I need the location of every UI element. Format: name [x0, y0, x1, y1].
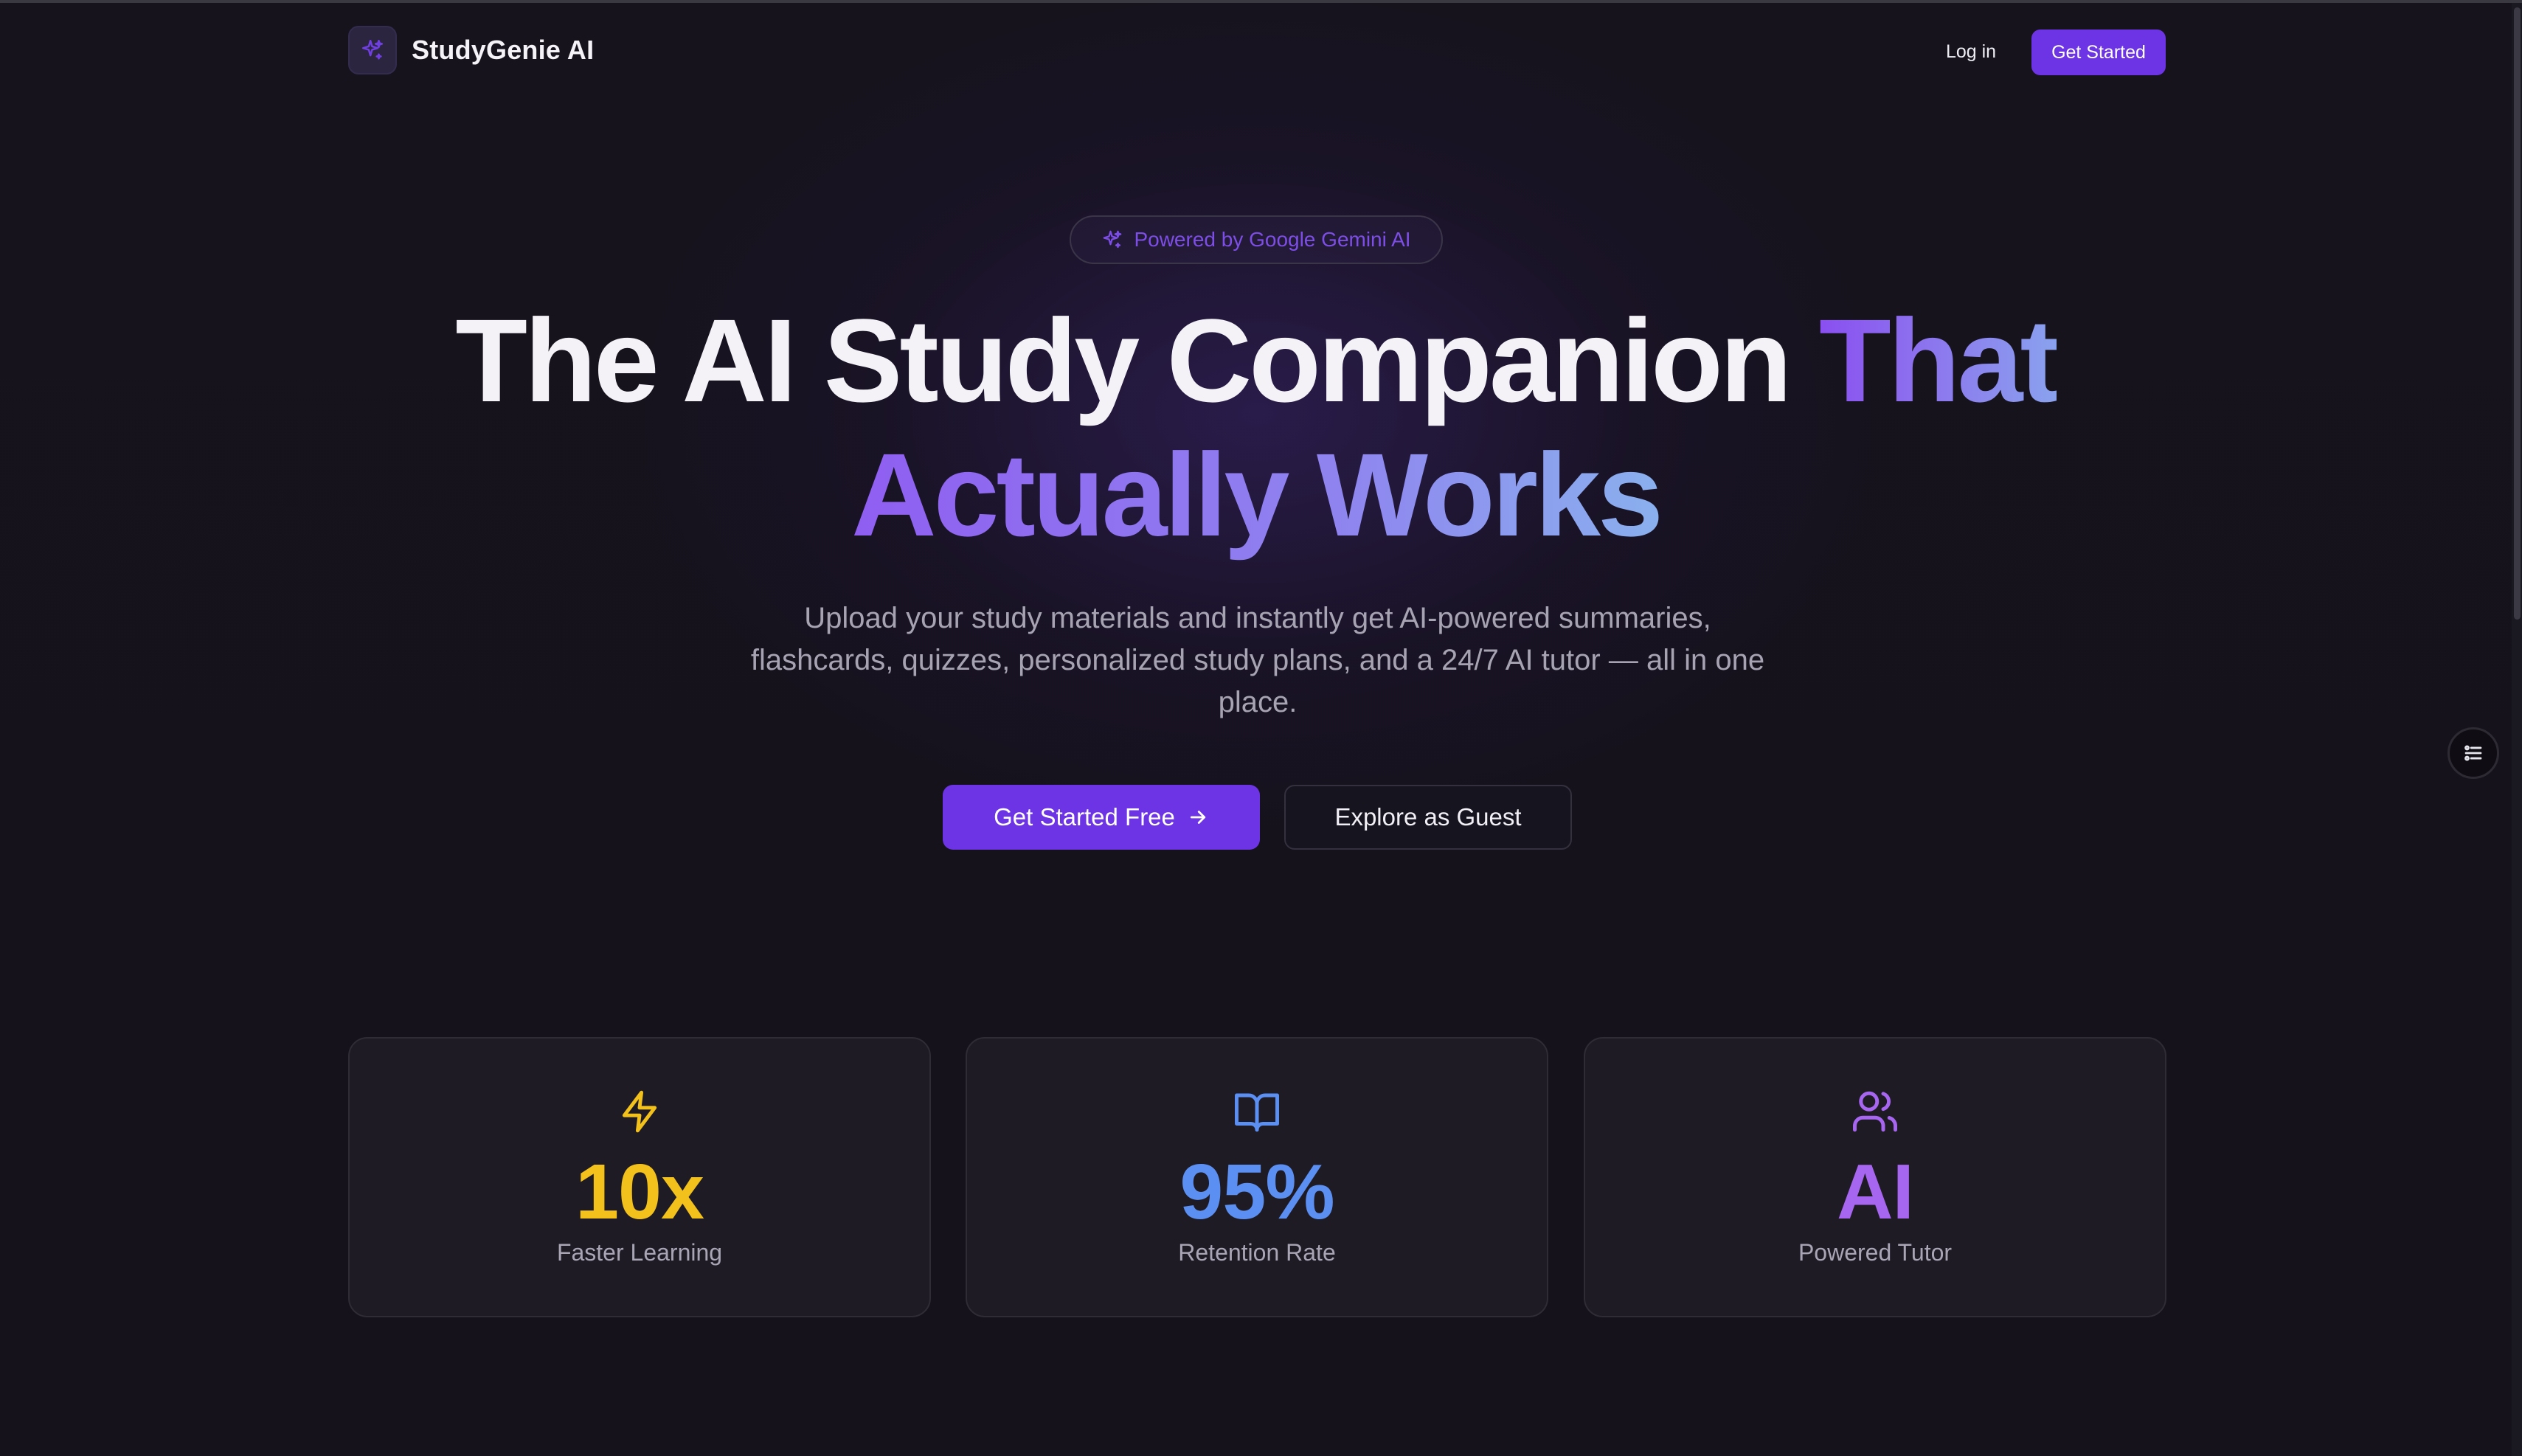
stat-value: 95%	[1179, 1148, 1334, 1235]
stat-value: 10x	[575, 1148, 704, 1235]
badge-text: Powered by Google Gemini AI	[1134, 228, 1411, 251]
brand-name: StudyGenie AI	[412, 35, 595, 65]
page-scrollbar[interactable]	[2512, 3, 2522, 1456]
hero-headline: The AI Study Companion That Actually Wor…	[0, 294, 2512, 562]
sparkles-icon	[348, 26, 397, 74]
powered-by-badge: Powered by Google Gemini AI	[1070, 215, 1443, 264]
brand-logo[interactable]: StudyGenie AI	[348, 26, 595, 74]
list-menu-icon	[2461, 741, 2486, 766]
stat-label: Powered Tutor	[1798, 1239, 1953, 1266]
sparkles-icon	[1101, 229, 1123, 251]
hero-subtitle: Upload your study materials and instantl…	[750, 602, 1765, 718]
get-started-free-button[interactable]: Get Started Free	[943, 785, 1260, 850]
stat-value: AI	[1837, 1148, 1914, 1235]
users-icon	[1585, 1087, 2165, 1136]
stat-label: Faster Learning	[556, 1239, 723, 1266]
scrollbar-thumb[interactable]	[2514, 7, 2521, 620]
headline-part-1: The AI Study Companion	[455, 294, 1819, 426]
navbar: StudyGenie AI Log in Get Started	[0, 3, 2512, 96]
stat-card-powered-tutor: AI Powered Tutor	[1584, 1037, 2166, 1317]
explore-as-guest-button[interactable]: Explore as Guest	[1284, 785, 1572, 850]
landing-page: StudyGenie AI Log in Get Started Powered…	[0, 0, 2522, 1456]
primary-button-label: Get Started Free	[994, 803, 1175, 831]
login-link[interactable]: Log in	[1927, 31, 2015, 72]
stat-label: Retention Rate	[1178, 1239, 1336, 1266]
headline-accent-2: Actually Works	[851, 429, 1663, 561]
book-open-icon	[967, 1087, 1547, 1136]
headline-accent-1: That	[1818, 294, 2059, 426]
get-started-button[interactable]: Get Started	[2031, 30, 2166, 75]
arrow-right-icon	[1187, 806, 1209, 828]
stat-card-faster-learning: 10x Faster Learning	[348, 1037, 931, 1317]
stat-card-retention-rate: 95% Retention Rate	[966, 1037, 1548, 1317]
lightning-icon	[350, 1087, 929, 1136]
floating-menu-button[interactable]	[2447, 727, 2499, 779]
